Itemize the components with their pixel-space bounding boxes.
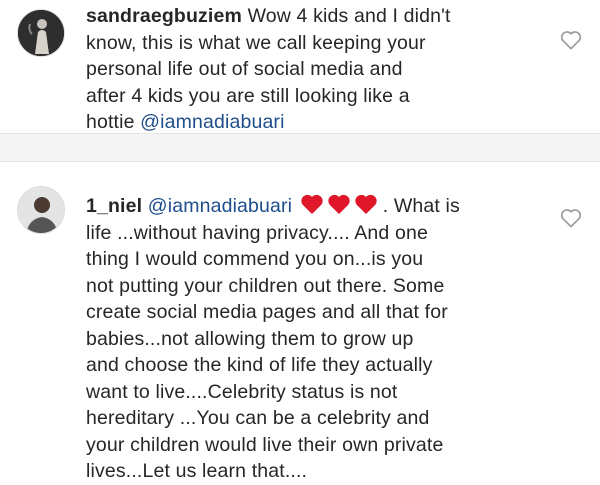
- comment-item: sandraegbuziem Wow 4 kids and I didn't k…: [0, 0, 600, 133]
- avatar[interactable]: [17, 186, 65, 234]
- comment-body-line: lives...Let us learn that....: [86, 460, 308, 482]
- comment-body-line: after 4 kids you are still looking like …: [86, 84, 410, 107]
- comment-item: 1_niel @iamnadiabuari . What is life ...…: [0, 162, 600, 482]
- comment-body-line: Wow 4 kids and I didn't: [247, 5, 451, 27]
- comment-body-line: personal life out of social media and: [86, 58, 403, 80]
- red-heart-emoji: [328, 194, 350, 214]
- like-heart-icon[interactable]: [560, 30, 582, 50]
- avatar[interactable]: [17, 9, 65, 57]
- comment-body-line: hottie: [86, 111, 141, 133]
- like-heart-icon[interactable]: [560, 208, 582, 228]
- mention-link[interactable]: @iamnadiabuari: [140, 111, 284, 133]
- comment-body-line: know, this is what we call keeping your: [86, 31, 426, 54]
- comment-text: sandraegbuziem Wow 4 kids and I didn't k…: [86, 3, 546, 136]
- comment-body-line: hereditary ...You can be a celebrity and: [86, 407, 430, 429]
- mention-link[interactable]: @iamnadiabuari: [148, 195, 292, 217]
- comment-separator: [0, 133, 600, 162]
- comment-username[interactable]: 1_niel: [86, 195, 142, 217]
- comment-username[interactable]: sandraegbuziem: [86, 5, 242, 27]
- comment-body-line: create social media pages and all that f…: [86, 301, 448, 323]
- comment-body-line: and choose the kind of life they actuall…: [86, 354, 433, 376]
- comment-body-line: life ...without having privacy.... And o…: [86, 221, 428, 244]
- comment-body-line: not putting your children out there. Som…: [86, 274, 445, 297]
- comment-body-line: want to live....Celebrity status is not: [86, 380, 398, 403]
- comment-body-line: babies...not allowing them to grow up: [86, 327, 414, 350]
- comment-body-line: your children would live their own priva…: [86, 433, 444, 456]
- comment-body-line: thing I would commend you on...is you: [86, 248, 424, 270]
- red-heart-emoji-group: [300, 193, 381, 220]
- red-heart-emoji: [301, 194, 323, 214]
- comment-text: 1_niel @iamnadiabuari . What is life ...…: [86, 193, 546, 485]
- red-heart-emoji: [355, 194, 377, 214]
- comment-body-line: . What is: [382, 195, 460, 217]
